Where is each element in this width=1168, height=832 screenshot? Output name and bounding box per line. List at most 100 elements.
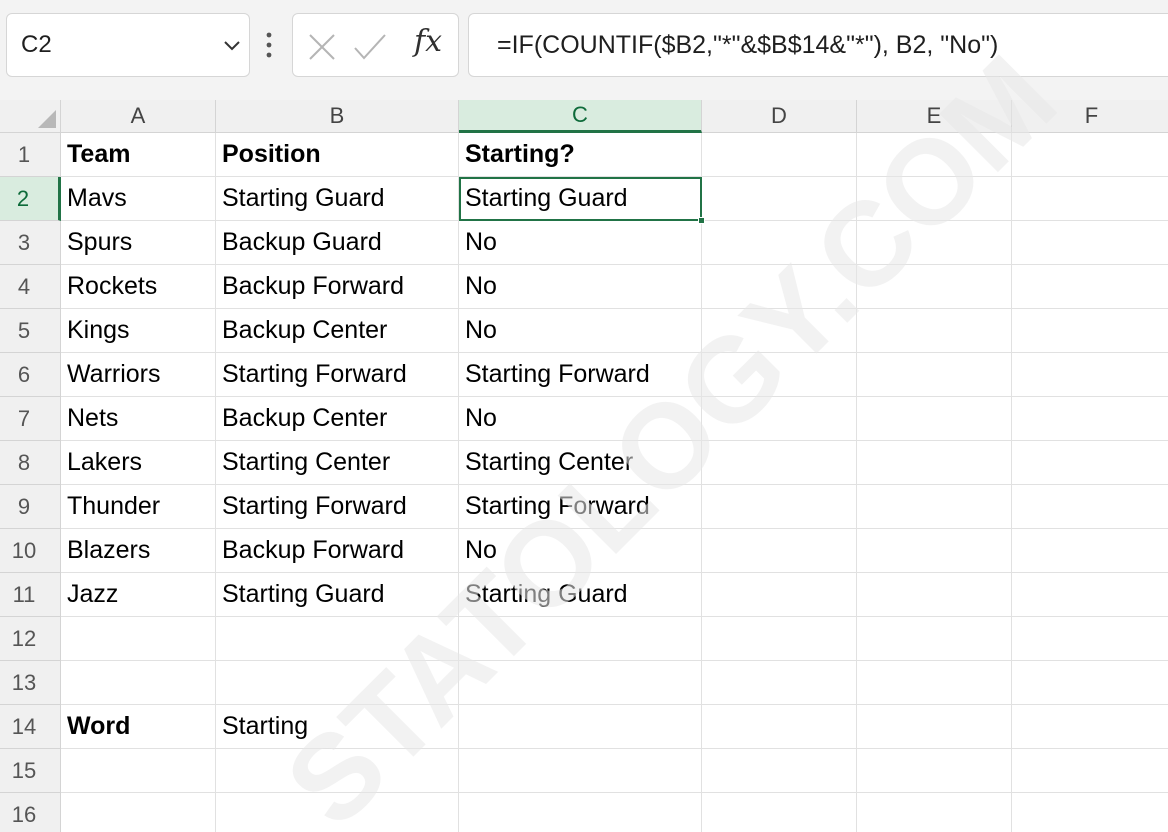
cell-b8[interactable]: Starting Center <box>216 441 459 485</box>
column-header-e[interactable]: E <box>857 100 1012 133</box>
cell-e10[interactable] <box>857 529 1012 573</box>
cell-b15[interactable] <box>216 749 459 793</box>
cell-f3[interactable] <box>1012 221 1168 265</box>
cell-b10[interactable]: Backup Forward <box>216 529 459 573</box>
cell-c13[interactable] <box>459 661 702 705</box>
cell-c4[interactable]: No <box>459 265 702 309</box>
cell-f9[interactable] <box>1012 485 1168 529</box>
cell-c10[interactable]: No <box>459 529 702 573</box>
cell-b3[interactable]: Backup Guard <box>216 221 459 265</box>
cell-e3[interactable] <box>857 221 1012 265</box>
cell-c3[interactable]: No <box>459 221 702 265</box>
cell-e1[interactable] <box>857 133 1012 177</box>
cell-c12[interactable] <box>459 617 702 661</box>
cell-f5[interactable] <box>1012 309 1168 353</box>
name-box[interactable]: C2 <box>6 13 250 77</box>
cell-c9[interactable]: Starting Forward <box>459 485 702 529</box>
cell-f10[interactable] <box>1012 529 1168 573</box>
cell-c1[interactable]: Starting? <box>459 133 702 177</box>
cell-c16[interactable] <box>459 793 702 832</box>
cell-e13[interactable] <box>857 661 1012 705</box>
cell-c15[interactable] <box>459 749 702 793</box>
cell-a4[interactable]: Rockets <box>61 265 216 309</box>
row-header-10[interactable]: 10 <box>0 529 61 573</box>
cell-d1[interactable] <box>702 133 857 177</box>
cell-e15[interactable] <box>857 749 1012 793</box>
cell-f14[interactable] <box>1012 705 1168 749</box>
cell-b16[interactable] <box>216 793 459 832</box>
cell-d2[interactable] <box>702 177 857 221</box>
cell-b13[interactable] <box>216 661 459 705</box>
row-header-2[interactable]: 2 <box>0 177 61 221</box>
row-header-6[interactable]: 6 <box>0 353 61 397</box>
column-header-b[interactable]: B <box>216 100 459 133</box>
cell-f15[interactable] <box>1012 749 1168 793</box>
column-header-c[interactable]: C <box>459 100 702 133</box>
cell-a14[interactable]: Word <box>61 705 216 749</box>
cell-c5[interactable]: No <box>459 309 702 353</box>
cell-b14[interactable]: Starting <box>216 705 459 749</box>
cell-e8[interactable] <box>857 441 1012 485</box>
cell-d11[interactable] <box>702 573 857 617</box>
cell-a2[interactable]: Mavs <box>61 177 216 221</box>
cell-f1[interactable] <box>1012 133 1168 177</box>
cell-e16[interactable] <box>857 793 1012 832</box>
cell-d7[interactable] <box>702 397 857 441</box>
cell-a11[interactable]: Jazz <box>61 573 216 617</box>
column-header-d[interactable]: D <box>702 100 857 133</box>
cell-f16[interactable] <box>1012 793 1168 832</box>
row-header-13[interactable]: 13 <box>0 661 61 705</box>
cell-b5[interactable]: Backup Center <box>216 309 459 353</box>
cell-f13[interactable] <box>1012 661 1168 705</box>
cell-d4[interactable] <box>702 265 857 309</box>
chevron-down-icon[interactable] <box>221 34 243 56</box>
row-header-14[interactable]: 14 <box>0 705 61 749</box>
cell-a1[interactable]: Team <box>61 133 216 177</box>
cell-a9[interactable]: Thunder <box>61 485 216 529</box>
cell-a5[interactable]: Kings <box>61 309 216 353</box>
cell-f2[interactable] <box>1012 177 1168 221</box>
cell-d12[interactable] <box>702 617 857 661</box>
cell-d5[interactable] <box>702 309 857 353</box>
cell-b11[interactable]: Starting Guard <box>216 573 459 617</box>
row-header-9[interactable]: 9 <box>0 485 61 529</box>
cell-d15[interactable] <box>702 749 857 793</box>
cell-e6[interactable] <box>857 353 1012 397</box>
cell-d10[interactable] <box>702 529 857 573</box>
formula-input[interactable]: =IF(COUNTIF($B2,"*"&$B$14&"*"), B2, "No"… <box>468 13 1168 77</box>
select-all-button[interactable] <box>0 100 61 133</box>
vertical-ellipsis-icon[interactable] <box>254 28 284 62</box>
cell-b2[interactable]: Starting Guard <box>216 177 459 221</box>
cell-a3[interactable]: Spurs <box>61 221 216 265</box>
cell-b9[interactable]: Starting Forward <box>216 485 459 529</box>
cell-f6[interactable] <box>1012 353 1168 397</box>
cell-b12[interactable] <box>216 617 459 661</box>
row-header-7[interactable]: 7 <box>0 397 61 441</box>
row-header-1[interactable]: 1 <box>0 133 61 177</box>
cell-c2[interactable]: Starting Guard <box>459 177 702 221</box>
cell-d6[interactable] <box>702 353 857 397</box>
row-header-3[interactable]: 3 <box>0 221 61 265</box>
cell-a10[interactable]: Blazers <box>61 529 216 573</box>
cell-a15[interactable] <box>61 749 216 793</box>
cell-d14[interactable] <box>702 705 857 749</box>
cell-e4[interactable] <box>857 265 1012 309</box>
check-icon[interactable] <box>353 32 387 62</box>
cell-f12[interactable] <box>1012 617 1168 661</box>
row-header-11[interactable]: 11 <box>0 573 61 617</box>
row-header-4[interactable]: 4 <box>0 265 61 309</box>
cell-d3[interactable] <box>702 221 857 265</box>
fill-handle[interactable] <box>698 217 705 224</box>
cell-e2[interactable] <box>857 177 1012 221</box>
cell-d8[interactable] <box>702 441 857 485</box>
cell-b6[interactable]: Starting Forward <box>216 353 459 397</box>
cell-f7[interactable] <box>1012 397 1168 441</box>
row-header-5[interactable]: 5 <box>0 309 61 353</box>
cell-e5[interactable] <box>857 309 1012 353</box>
cell-e7[interactable] <box>857 397 1012 441</box>
cell-b7[interactable]: Backup Center <box>216 397 459 441</box>
cell-d16[interactable] <box>702 793 857 832</box>
row-header-8[interactable]: 8 <box>0 441 61 485</box>
cell-d13[interactable] <box>702 661 857 705</box>
cell-c7[interactable]: No <box>459 397 702 441</box>
